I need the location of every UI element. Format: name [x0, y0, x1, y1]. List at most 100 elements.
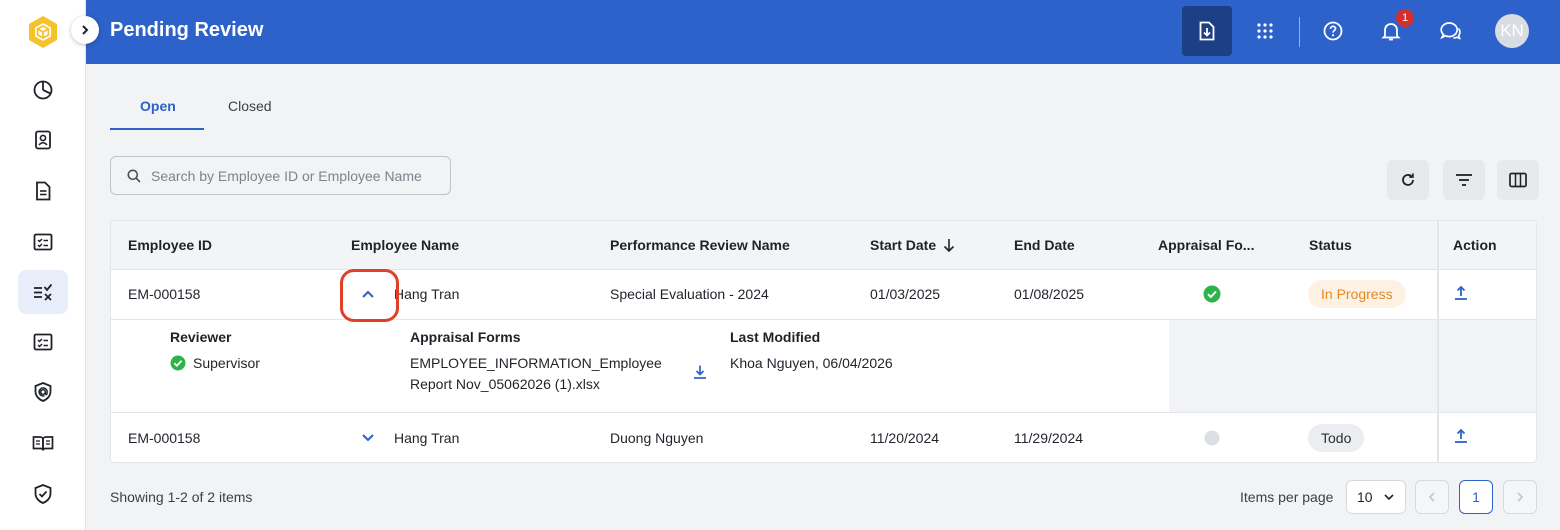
sidebar-item-dashboard[interactable]	[18, 68, 68, 112]
top-header: Pending Review 1 KN	[86, 0, 1560, 64]
app-logo-icon[interactable]	[27, 15, 59, 49]
column-header-review-name[interactable]: Performance Review Name	[610, 237, 790, 253]
messages-button[interactable]	[1425, 6, 1475, 56]
file-name-line: EMPLOYEE_INFORMATION_Employee	[410, 355, 662, 371]
employee-id-cell: EM-000158	[128, 430, 201, 446]
columns-icon	[1509, 172, 1527, 188]
row-divider	[111, 269, 1536, 270]
file-download-icon	[1199, 21, 1215, 41]
column-header-employee-id[interactable]: Employee ID	[128, 237, 212, 253]
user-avatar[interactable]: KN	[1495, 14, 1529, 48]
page-title: Pending Review	[110, 19, 264, 41]
columns-button[interactable]	[1497, 160, 1539, 200]
next-page-button[interactable]	[1503, 480, 1537, 514]
items-per-page-value: 10	[1357, 489, 1373, 505]
pending-circle-icon	[1204, 430, 1220, 446]
column-header-start-date[interactable]: Start Date	[870, 237, 936, 253]
last-modified-label: Last Modified	[730, 329, 821, 345]
download-icon[interactable]	[692, 364, 708, 380]
column-header-end-date[interactable]: End Date	[1014, 237, 1075, 253]
tab-open[interactable]: Open	[140, 98, 176, 114]
upload-icon[interactable]	[1453, 428, 1469, 444]
upload-icon[interactable]	[1453, 285, 1469, 301]
chevron-left-icon	[1428, 492, 1435, 502]
row-divider	[111, 412, 1536, 413]
chat-bubbles-icon	[1440, 22, 1461, 40]
review-name-cell: Special Evaluation - 2024	[610, 286, 769, 302]
chevron-right-icon	[82, 25, 89, 35]
chevron-down-icon[interactable]	[361, 433, 375, 443]
shield-at-icon	[34, 382, 52, 402]
end-date-cell: 11/29/2024	[1014, 430, 1084, 446]
sidebar-item-policies[interactable]	[18, 472, 68, 516]
pie-chart-icon	[33, 80, 53, 100]
help-button[interactable]	[1308, 6, 1358, 56]
sidebar-item-pending-review[interactable]	[18, 270, 68, 314]
column-header-appraisal-forms[interactable]: Appraisal Fo...	[1158, 237, 1254, 253]
previous-page-button[interactable]	[1415, 480, 1449, 514]
check-circle-icon	[170, 355, 186, 371]
tab-closed[interactable]: Closed	[228, 98, 272, 114]
status-badge: Todo	[1308, 424, 1365, 452]
status-badge: In Progress	[1308, 280, 1406, 308]
contact-card-icon	[35, 130, 51, 150]
appraisal-forms-label: Appraisal Forms	[410, 329, 521, 345]
apps-menu-button[interactable]	[1240, 6, 1290, 56]
review-name-cell: Duong Nguyen	[610, 430, 704, 446]
help-circle-icon	[1323, 21, 1343, 41]
highlight-annotation	[340, 269, 399, 322]
column-header-action: Action	[1453, 237, 1497, 253]
search-icon	[127, 169, 141, 183]
document-icon	[36, 181, 51, 201]
pagination-summary: Showing 1-2 of 2 items	[110, 489, 253, 505]
sidebar-item-employees[interactable]	[18, 118, 68, 162]
appraisal-form-file[interactable]: EMPLOYEE_INFORMATION_Employee Report Nov…	[410, 353, 662, 395]
items-per-page-label: Items per page	[1240, 489, 1334, 505]
chevron-right-icon	[1517, 492, 1524, 502]
download-report-button[interactable]	[1182, 6, 1232, 56]
search-input[interactable]	[151, 165, 441, 187]
checklist-icon	[33, 233, 53, 251]
employee-id-cell: EM-000158	[128, 286, 201, 302]
pending-review-table: Employee ID Employee Name Performance Re…	[110, 220, 1537, 463]
sidebar-item-handbook[interactable]	[18, 421, 68, 465]
filter-button[interactable]	[1443, 160, 1485, 200]
sidebar-item-tasks[interactable]	[18, 220, 68, 264]
employee-name-cell: Hang Tran	[394, 430, 460, 446]
end-date-cell: 01/08/2025	[1014, 286, 1085, 302]
search-box	[110, 156, 451, 195]
sidebar-expand-button[interactable]	[71, 16, 99, 44]
column-header-employee-name[interactable]: Employee Name	[351, 237, 459, 253]
shield-check-icon	[34, 484, 52, 504]
items-per-page-select[interactable]: 10	[1346, 480, 1406, 514]
employee-name-cell: Hang Tran	[394, 286, 460, 302]
refresh-icon	[1402, 173, 1414, 186]
grid-dots-icon	[1257, 23, 1273, 39]
sidebar-item-appraisals[interactable]	[18, 320, 68, 364]
notification-badge: 1	[1396, 9, 1414, 27]
action-column-divider	[1437, 221, 1439, 462]
sidebar-item-security[interactable]	[18, 370, 68, 414]
review-list-icon	[34, 283, 53, 301]
chevron-down-icon	[1384, 494, 1394, 501]
active-tab-indicator	[110, 128, 204, 130]
check-circle-icon	[1203, 285, 1221, 303]
details-filler	[1169, 320, 1536, 412]
sort-descending-icon[interactable]	[942, 237, 956, 253]
page-number-button[interactable]: 1	[1459, 480, 1493, 514]
header-divider	[1299, 17, 1300, 47]
reviewer-value: Supervisor	[193, 355, 260, 371]
row-expanded-details: Reviewer Supervisor Appraisal Forms EMPL…	[111, 320, 1536, 412]
column-header-status[interactable]: Status	[1309, 237, 1352, 253]
reviewer-label: Reviewer	[170, 329, 232, 345]
start-date-cell: 01/03/2025	[870, 286, 941, 302]
open-book-icon	[32, 436, 54, 451]
start-date-cell: 11/20/2024	[870, 430, 940, 446]
filter-icon	[1456, 174, 1472, 186]
file-name-line: Report Nov_05062026 (1).xlsx	[410, 376, 600, 392]
sidebar-item-documents[interactable]	[18, 169, 68, 213]
sidebar	[0, 0, 86, 530]
refresh-button[interactable]	[1387, 160, 1429, 200]
last-modified-value: Khoa Nguyen, 06/04/2026	[730, 355, 893, 371]
table-header: Employee ID Employee Name Performance Re…	[111, 221, 1536, 269]
